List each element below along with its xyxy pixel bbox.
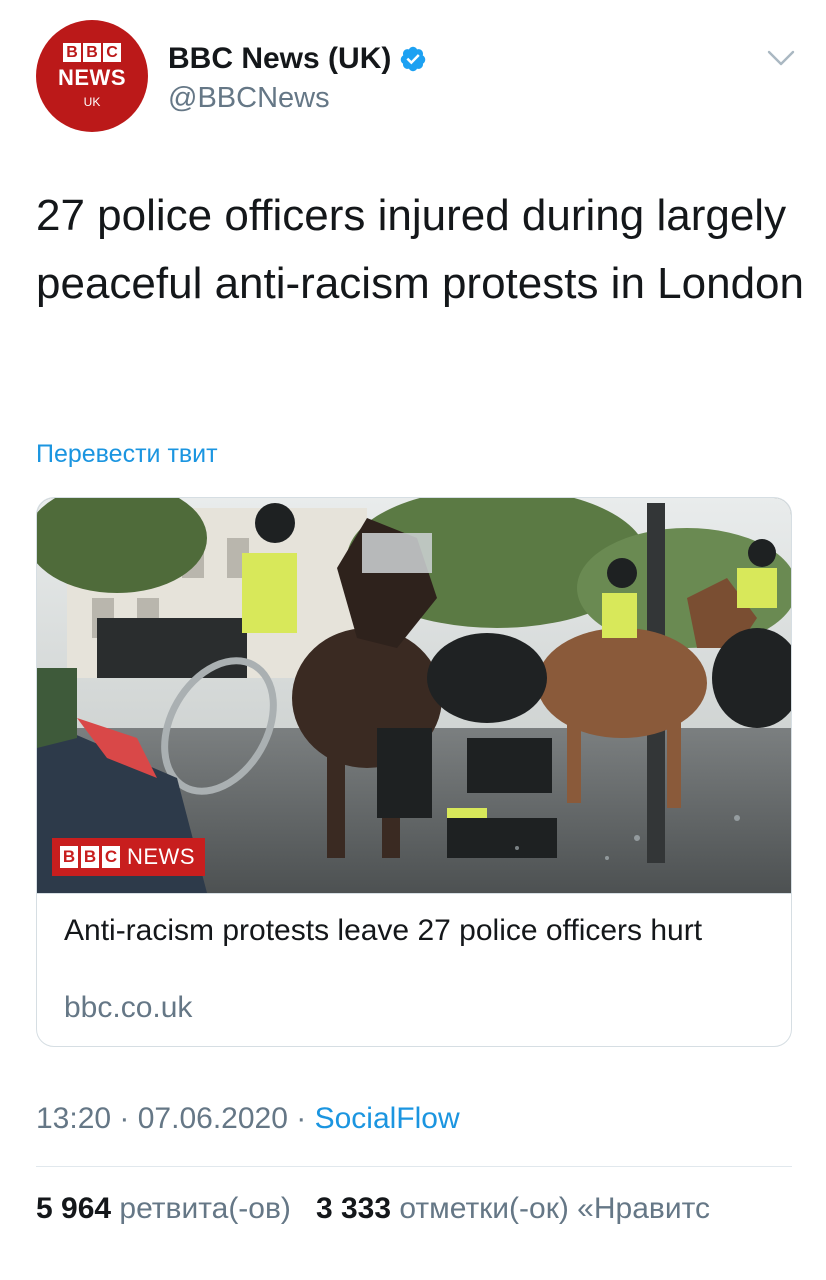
author-display-name-row[interactable]: BBC News (UK) <box>168 42 427 76</box>
protest-photo <box>37 498 791 893</box>
watermark-logo-block: B <box>81 846 99 868</box>
card-image[interactable]: B B C NEWS <box>37 498 791 893</box>
author-handle[interactable]: @BBCNews <box>168 82 427 115</box>
avatar-news-text: NEWS <box>58 64 126 90</box>
avatar-region-text: UK <box>83 94 101 109</box>
watermark-logo-block: B <box>60 846 78 868</box>
card-domain: bbc.co.uk <box>64 991 193 1024</box>
meta-separator: · <box>287 1102 315 1135</box>
tweet-meta: 13:20 · 07.06.2020 · SocialFlow <box>36 1102 460 1136</box>
retweets-count: 5 964 <box>36 1192 112 1225</box>
likes-label: отметки(-ок) «Нравитс <box>399 1192 710 1225</box>
bbc-news-watermark: B B C NEWS <box>52 838 205 876</box>
avatar-logo-block: B <box>63 42 81 62</box>
tweet-time[interactable]: 13:20 <box>36 1102 111 1135</box>
card-title[interactable]: Anti-racism protests leave 27 police off… <box>64 912 764 950</box>
card-body[interactable]: Anti-racism protests leave 27 police off… <box>37 893 791 1046</box>
avatar-logo-block: B <box>83 42 101 62</box>
tweet-stats: 5 964 ретвита(-ов) 3 333 отметки(-ок) «Н… <box>36 1192 710 1226</box>
tweet-text: 27 police officers injured during largel… <box>36 191 804 308</box>
retweets-label: ретвита(-ов) <box>119 1192 291 1225</box>
divider <box>36 1166 792 1167</box>
link-preview-card[interactable]: B B C NEWS Anti-racism protests leave 27… <box>36 497 792 1047</box>
chevron-down-icon[interactable] <box>766 48 796 68</box>
watermark-logo-block: C <box>102 846 120 868</box>
tweet-header: B B C NEWS UK BBC News (UK) @BBCNews <box>36 20 796 132</box>
likes-stat[interactable]: 3 333 отметки(-ок) «Нравитс <box>316 1192 710 1225</box>
avatar-bbc-logo: B B C <box>63 42 121 62</box>
likes-count: 3 333 <box>315 1192 392 1225</box>
tweet-date[interactable]: 07.06.2020 <box>138 1102 288 1135</box>
meta-separator: · <box>111 1102 138 1135</box>
avatar-logo-block: C <box>103 42 121 62</box>
author-names: BBC News (UK) @BBCNews <box>168 42 427 115</box>
verified-badge-icon <box>401 46 426 72</box>
author-display-name[interactable]: BBC News (UK) <box>168 42 391 76</box>
translate-tweet-link[interactable]: Перевести твит <box>36 440 218 469</box>
author-avatar[interactable]: B B C NEWS UK <box>36 20 148 132</box>
watermark-news-text: NEWS <box>127 844 195 869</box>
tweet-source-link[interactable]: SocialFlow <box>315 1102 460 1135</box>
retweets-stat[interactable]: 5 964 ретвита(-ов) <box>36 1192 291 1225</box>
